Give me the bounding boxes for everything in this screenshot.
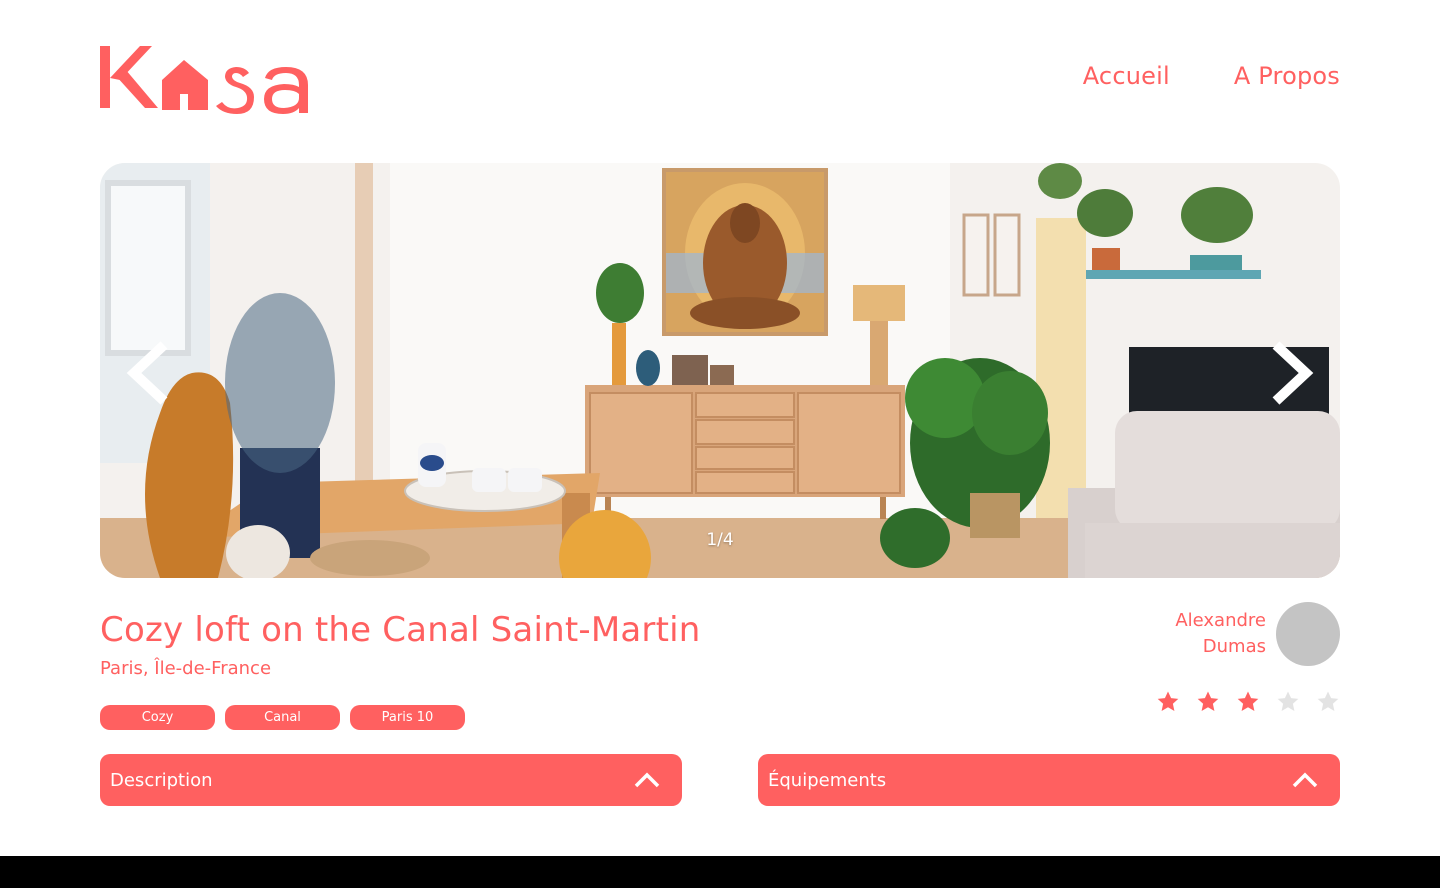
host-first-name: Alexandre	[1175, 610, 1266, 631]
photo-counter: 1/4	[706, 530, 734, 550]
kasa-logo[interactable]	[100, 40, 315, 116]
star-filled-icon	[1237, 691, 1259, 711]
listing-info: Cozy loft on the Canal Saint-Martin Pari…	[100, 610, 701, 679]
equipments-collapse[interactable]: Équipements	[758, 754, 1340, 806]
tag-list: Cozy Canal Paris 10	[100, 705, 465, 730]
description-collapse-title: Description	[110, 769, 213, 791]
rating-stars	[1156, 690, 1340, 714]
photo-carousel: 1/4	[100, 163, 1340, 578]
nav-link-about[interactable]: A Propos	[1234, 62, 1340, 90]
star-filled-icon	[1197, 691, 1219, 711]
nav-link-home[interactable]: Accueil	[1083, 62, 1170, 90]
star-empty-icon	[1277, 691, 1299, 711]
host-name: Alexandre Dumas	[1175, 608, 1266, 660]
star-empty-icon	[1317, 691, 1339, 711]
host-info: Alexandre Dumas	[1175, 602, 1340, 666]
tag: Cozy	[100, 705, 215, 730]
chevron-up-icon	[1292, 772, 1318, 788]
listing-location: Paris, Île-de-France	[100, 658, 272, 679]
header: Accueil A Propos	[100, 40, 1340, 120]
listing-photo	[100, 163, 1340, 578]
main-nav: Accueil A Propos	[1083, 62, 1340, 90]
chevron-left-icon[interactable]	[118, 333, 178, 413]
chevron-right-icon[interactable]	[1262, 333, 1322, 413]
chevron-up-icon	[634, 772, 660, 788]
host-last-name: Dumas	[1202, 636, 1266, 657]
tag: Paris 10	[350, 705, 465, 730]
footer-bar	[0, 856, 1440, 888]
host-avatar	[1276, 602, 1340, 666]
tag: Canal	[225, 705, 340, 730]
equipments-collapse-title: Équipements	[768, 769, 887, 791]
description-collapse[interactable]: Description	[100, 754, 682, 806]
star-filled-icon	[1157, 691, 1179, 711]
listing-title: Cozy loft on the Canal Saint-Martin	[100, 610, 701, 650]
